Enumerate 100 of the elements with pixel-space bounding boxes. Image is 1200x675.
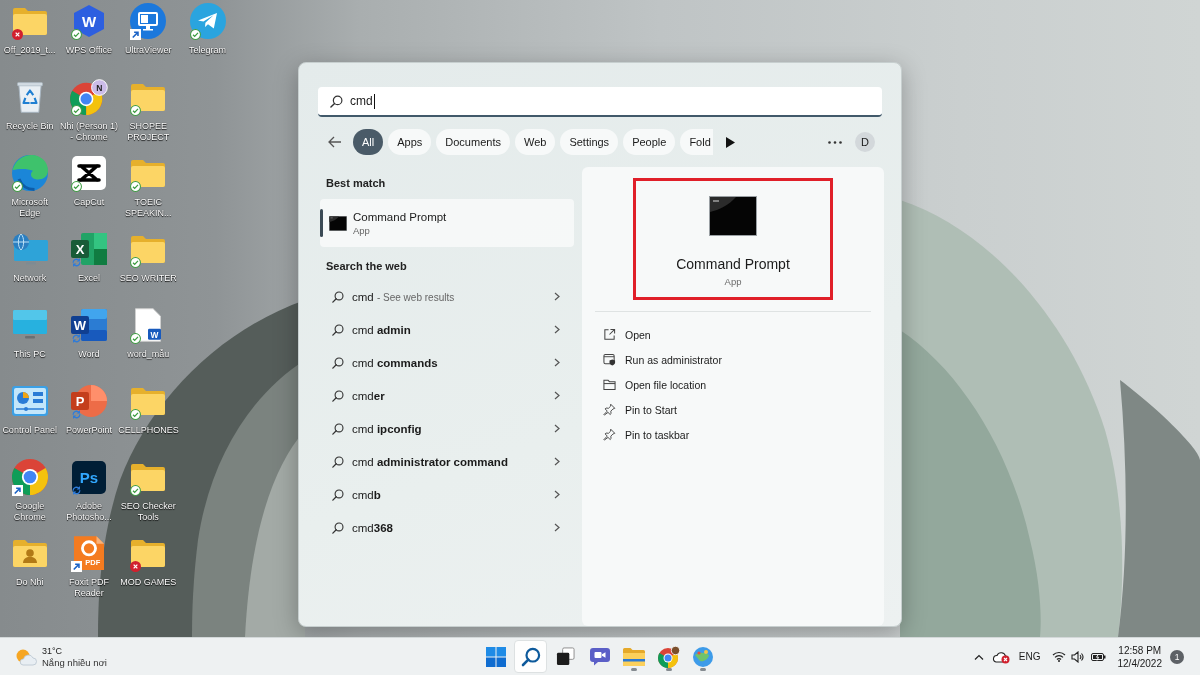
error-icon [11,29,23,40]
app-type: App [724,276,742,288]
sync-arrows-icon [70,257,82,268]
action-menu-item[interactable]: Open file location [603,372,707,397]
taskbar-button[interactable] [514,640,547,673]
weather-condition-text[interactable]: Nắng nhiều nơi [42,656,107,669]
web-search-suggestion[interactable]: cmdb [320,478,574,511]
search-icon [332,488,344,501]
chevron-up-icon[interactable] [973,653,984,660]
action-menu-item[interactable]: Open [603,322,651,347]
shield-window-icon [603,353,616,366]
sync-check-icon [130,257,142,268]
wps-office-icon[interactable]: W [73,5,104,37]
clock-date[interactable]: 12/4/2022 [1117,656,1162,670]
video-chat-icon [589,647,610,666]
folder-icon[interactable] [131,235,166,263]
chevron-right-icon [554,490,560,499]
sync-check-icon [130,333,142,344]
scroll-right-icon[interactable] [725,136,735,148]
web-search-suggestion[interactable]: cmder [320,379,574,412]
shortcut-arrow-icon [130,29,142,40]
notification-count[interactable]: 1 [1170,649,1184,664]
folder-icon[interactable] [131,83,166,111]
sync-arrows-icon [70,333,82,344]
sync-check-icon [130,181,142,192]
open-external-icon [603,328,616,341]
sync-check-icon [130,485,142,496]
chevron-right-icon [554,358,560,367]
sync-check-icon [130,409,142,420]
filter-tab[interactable]: Settings [560,129,619,155]
filter-tab[interactable]: Documents [436,129,510,155]
temperature-text[interactable]: 31°C [42,644,107,657]
shortcut-arrow-icon [11,485,23,496]
wifi-icon[interactable] [1051,651,1066,662]
speaker-icon[interactable] [1070,650,1084,663]
sync-check-icon [70,105,82,116]
account-avatar[interactable]: D [855,132,875,152]
cloud-error-icon[interactable] [991,649,1010,664]
filter-tab[interactable]: Apps [388,129,432,155]
chevron-right-icon [554,292,560,301]
web-search-suggestion[interactable]: cmd admin [320,313,574,346]
chrome-icon[interactable] [11,459,48,495]
more-options-icon[interactable] [828,140,842,144]
search-icon [332,521,344,534]
recycle-bin-icon[interactable] [16,81,43,113]
action-menu-item[interactable]: Pin to Start [603,397,677,422]
globe-icon [693,646,713,667]
search-field[interactable]: cmd [318,87,882,117]
input-language-indicator[interactable]: ENG [1018,651,1041,662]
search-icon [332,323,344,336]
web-search-suggestion[interactable]: cmd368 [320,511,574,544]
sync-check-icon [130,105,142,116]
windows-start-icon [486,646,506,667]
sync-check-icon [189,29,201,40]
filter-tab[interactable]: People [623,129,676,155]
action-menu-item[interactable]: Run as administrator [603,347,722,372]
web-search-suggestion[interactable]: cmd ipconfig [320,412,574,445]
search-icon [332,389,344,402]
sync-check-icon [70,181,82,192]
filter-tab[interactable]: Web [514,129,556,155]
action-menu-item[interactable]: Pin to taskbar [603,422,690,447]
web-search-suggestion[interactable]: cmd administrator command [320,445,574,478]
section-heading: Best match [325,176,387,191]
chevron-right-icon [554,457,560,466]
shortcut-arrow-icon [70,561,82,572]
paper-plane-icon[interactable] [189,3,226,39]
best-match-result[interactable]: Command Prompt App [320,199,574,247]
pin-icon [603,428,616,441]
shortcut-label[interactable]: Foxit PDF Reader [58,577,119,599]
battery-icon[interactable] [1090,651,1106,662]
chrome-icon [657,645,680,668]
capcut-icon[interactable] [71,156,106,190]
web-search-suggestion[interactable]: cmd - See web results [320,280,574,313]
folder-outline-icon [603,378,616,391]
folder-icon[interactable] [12,7,47,35]
filter-tab[interactable]: Fold [680,129,713,155]
shortcut-label[interactable]: MOD GAMES [118,577,179,588]
user-folder-icon[interactable] [12,539,47,567]
shortcut-label[interactable]: SEO Checker Tools [118,501,179,523]
folder-icon [623,647,645,666]
section-heading: Search the web [325,259,408,274]
filter-tab[interactable]: All [353,129,384,155]
pin-icon [603,403,616,416]
clock-time[interactable]: 12:58 PM [1118,643,1162,657]
sync-arrows-icon [70,409,82,420]
chevron-right-icon [554,523,560,532]
task-view-icon [555,647,575,666]
monitor-app-icon[interactable] [130,3,167,39]
control-panel-icon[interactable] [11,386,48,416]
edge-icon[interactable] [11,155,48,191]
folder-icon[interactable] [131,387,166,415]
back-arrow-icon[interactable] [328,136,342,148]
sync-check-icon [11,181,23,192]
chevron-right-icon [554,424,560,433]
photoshop-icon[interactable]: Ps [71,460,106,494]
folder-icon[interactable] [131,159,166,187]
web-search-suggestion[interactable]: cmd commands [320,346,574,379]
search-icon [332,422,344,435]
word-document-icon[interactable]: W [135,308,162,342]
chevron-right-icon [554,325,560,334]
